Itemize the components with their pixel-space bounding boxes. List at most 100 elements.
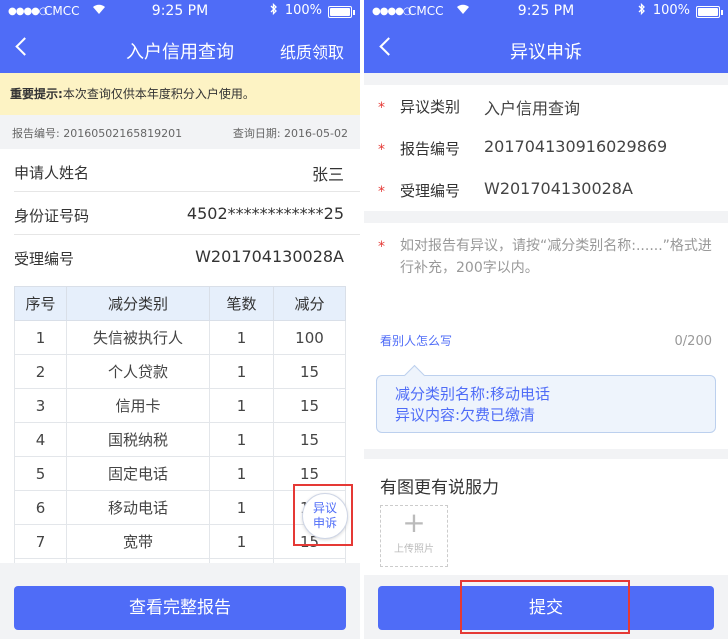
notice-label: 重要提示: [10, 87, 63, 101]
table-row: 4 国税纳税 1 15 [14, 422, 346, 457]
tip-line-content: 异议内容:欠费已缴清 [395, 406, 536, 424]
view-full-report-button[interactable]: 查看完整报告 [14, 586, 346, 630]
battery-percent: 100% [284, 3, 322, 18]
info-value: 张三 [311, 165, 344, 184]
cell-category: 宽带 [66, 524, 210, 559]
cell-count: 1 [209, 354, 274, 389]
cell-index: 5 [14, 456, 67, 491]
cell-index: 4 [14, 422, 67, 457]
info-label: 申请人姓名 [14, 164, 90, 182]
cell-category: 自来水 [66, 558, 210, 563]
cell-index: 2 [14, 354, 67, 389]
form-value: 20170413091602986​9 [484, 137, 668, 156]
table-row: 3 信用卡 1 15 [14, 388, 346, 423]
cell-count: 1 [209, 456, 274, 491]
form-value: W201704130028A [484, 179, 633, 198]
char-counter: 0/200 [674, 334, 712, 349]
info-value: 4502************25 [186, 204, 344, 223]
cell-count: 1 [209, 558, 274, 563]
cell-category: 失信被执行人 [66, 320, 210, 355]
photo-section: 有图更有说服力 + 上传照片 [364, 459, 728, 589]
report-number: 报告编号: 20160502165819201 [12, 127, 183, 140]
required-mark: * [378, 239, 385, 255]
example-tip-container: 减分类别名称:移动电话 异议内容:欠费已缴清 [364, 361, 728, 449]
table-row: 8自来水130 [14, 558, 346, 563]
form-row-category: * 异议类别 入户信用查询 [364, 85, 728, 127]
highlight-box [293, 484, 353, 546]
cell-points: 30 [273, 558, 346, 563]
cell-points: 15 [273, 422, 346, 457]
required-mark: * [378, 184, 385, 200]
form-row-report-no: * 报告编号 20170413091602986​9 [364, 127, 728, 169]
table-row: 2 个人贷款 1 15 [14, 354, 346, 389]
status-bar: ●●●●○ CMCC 9:25 PM 100% [364, 0, 728, 24]
top-bar: ●●●●○ CMCC 9:25 PM 100% 异议申诉 [364, 0, 728, 73]
cell-index: 8 [14, 558, 67, 563]
battery-percent: 100% [652, 3, 690, 18]
info-label: 受理编号 [14, 250, 75, 268]
cell-count: 1 [209, 388, 274, 423]
col-header-category: 减分类别 [66, 286, 210, 321]
cell-count: 1 [209, 320, 274, 355]
example-tip: 减分类别名称:移动电话 异议内容:欠费已缴清 [376, 375, 716, 433]
battery-icon [328, 6, 355, 18]
photo-title: 有图更有说服力 [380, 478, 499, 498]
important-notice: 重要提示:本次查询仅供本年度积分入户使用。 [0, 73, 360, 115]
cell-count: 1 [209, 422, 274, 457]
upload-label: 上传照片 [394, 544, 434, 555]
page-title: 异议申诉 [510, 42, 582, 63]
form-label: 报告编号 [400, 140, 461, 158]
battery-icon [696, 6, 723, 18]
tip-line-category: 减分类别名称:移动电话 [395, 385, 551, 403]
bluetooth-icon [638, 2, 646, 19]
col-header-count: 笔数 [209, 286, 274, 321]
cell-count: 1 [209, 524, 274, 559]
highlight-box [460, 580, 630, 634]
dispute-screen: ●●●●○ CMCC 9:25 PM 100% 异议申诉 * 异议类别 入户信用… [364, 0, 728, 639]
paper-pickup-button[interactable]: 纸质领取 [280, 39, 344, 63]
bluetooth-icon [270, 2, 278, 19]
nav-bar: 入户信用查询 纸质领取 [0, 24, 360, 73]
cell-index: 1 [14, 320, 67, 355]
textarea-placeholder: 如对报告有异议，请按“减分类别名称:......”格式进行补充，200字以内。 [400, 238, 712, 276]
cell-category: 移动电话 [66, 490, 210, 525]
info-row-accept-no: 受理编号 W201704130028A [14, 235, 360, 278]
top-bar: ●●●●○ CMCC 9:25 PM 100% 入户信用查询 纸质领取 [0, 0, 360, 73]
report-meta: 报告编号: 20160502165819201 查询日期: 2016-05-02 [0, 115, 360, 149]
bottom-bar: 查看完整报告 [0, 575, 360, 639]
notice-text: 本次查询仅供本年度积分入户使用。 [62, 87, 255, 101]
dispute-form: * 异议类别 入户信用查询 * 报告编号 20170413091602986​9… [364, 85, 728, 211]
cell-points: 100 [273, 320, 346, 355]
query-date: 查询日期: 2016-05-02 [232, 127, 348, 140]
cell-index: 7 [14, 524, 67, 559]
info-row-name: 申请人姓名 张三 [14, 149, 360, 192]
info-row-id: 身份证号码 4502************25 [14, 192, 360, 235]
cell-category: 个人贷款 [66, 354, 210, 389]
cell-count: 1 [209, 490, 274, 525]
nav-bar: 异议申诉 [364, 24, 728, 73]
required-mark: * [378, 142, 385, 158]
form-label: 异议类别 [400, 98, 461, 116]
cell-points: 15 [273, 354, 346, 389]
cell-points: 15 [273, 388, 346, 423]
form-label: 受理编号 [400, 182, 461, 200]
cell-index: 6 [14, 490, 67, 525]
col-header-points: 减分 [273, 286, 346, 321]
cell-category: 信用卡 [66, 388, 210, 423]
info-label: 身份证号码 [14, 207, 90, 225]
upload-photo-button[interactable]: + 上传照片 [380, 505, 448, 567]
cell-index: 3 [14, 388, 67, 423]
cell-category: 国税纳税 [66, 422, 210, 457]
col-header-index: 序号 [14, 286, 67, 321]
plus-icon: + [402, 506, 426, 539]
status-bar: ●●●●○ CMCC 9:25 PM 100% [0, 0, 360, 24]
see-examples-link[interactable]: 看别人怎么写 [380, 332, 452, 349]
form-row-accept-no: * 受理编号 W201704130028A [364, 169, 728, 211]
table-header-row: 序号 减分类别 笔数 减分 [14, 286, 346, 321]
form-value: 入户信用查询 [484, 99, 581, 118]
applicant-info: 申请人姓名 张三 身份证号码 4502************25 受理编号 W… [0, 149, 360, 278]
info-value: W201704130028A [195, 247, 344, 266]
dispute-textarea[interactable]: * 如对报告有异议，请按“减分类别名称:......”格式进行补充，200字以内… [364, 223, 728, 361]
cell-category: 固定电话 [66, 456, 210, 491]
required-mark: * [378, 100, 385, 116]
